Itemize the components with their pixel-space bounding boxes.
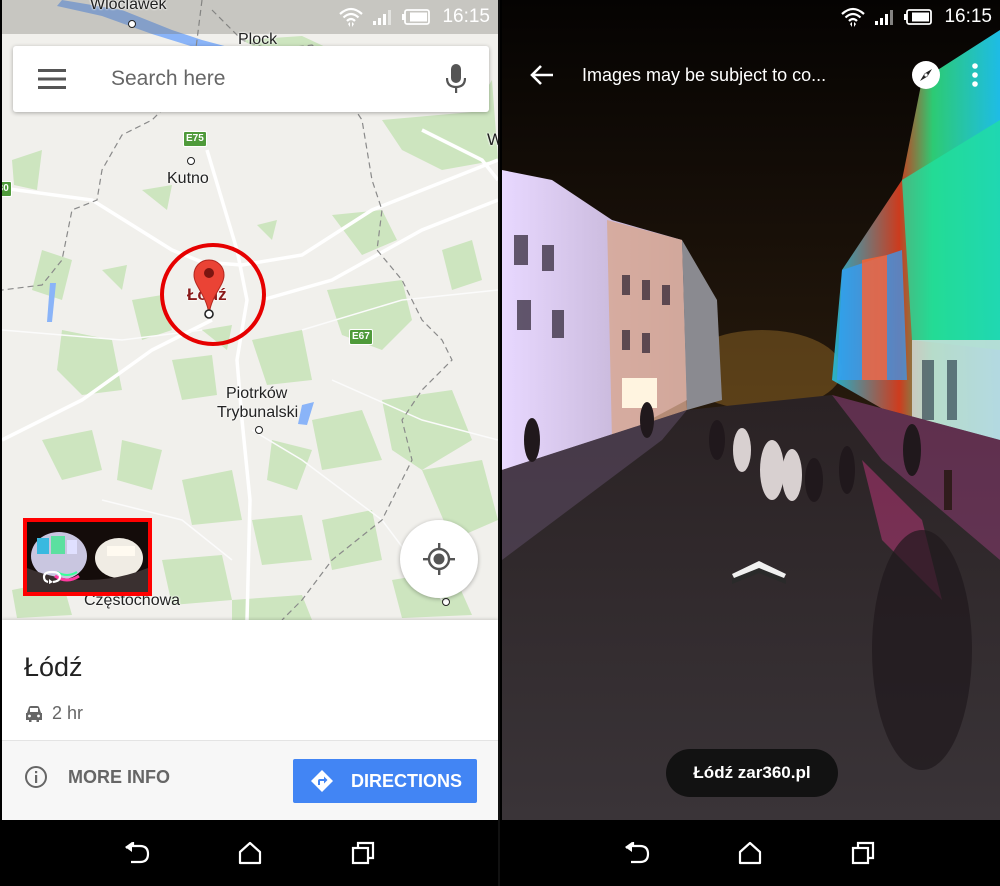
back-arrow-icon: [530, 65, 553, 85]
place-card[interactable]: Łódź 2 hr: [2, 620, 498, 740]
my-location-icon: [423, 543, 455, 575]
nav-home-button[interactable]: [726, 829, 774, 877]
back-button[interactable]: [502, 50, 582, 100]
status-bar: 16:15: [502, 0, 1000, 34]
more-vert-icon: [972, 63, 978, 87]
search-input[interactable]: [91, 67, 423, 91]
nav-back-button[interactable]: [113, 829, 161, 877]
signal-icon: [373, 10, 392, 25]
recents-icon: [352, 841, 375, 865]
nav-back-button[interactable]: [613, 829, 661, 877]
compass-button[interactable]: [902, 51, 950, 99]
home-icon: [238, 841, 262, 865]
street-view-title: Images may be subject to co...: [582, 64, 827, 85]
nav-recents-button[interactable]: [839, 829, 887, 877]
street-view-thumbnail[interactable]: [23, 518, 152, 596]
city-marker: [187, 157, 195, 165]
car-icon: [26, 705, 42, 722]
back-icon: [124, 842, 149, 864]
directions-button[interactable]: DIRECTIONS: [293, 759, 477, 803]
street-view-toolbar: Images may be subject to co...: [502, 50, 1000, 100]
battery-icon: [402, 9, 431, 25]
map-label-w: W: [487, 130, 498, 150]
hamburger-menu-icon: [38, 69, 66, 89]
travel-time: 2 hr: [52, 703, 84, 723]
attribution-chip[interactable]: Łódź zar360.pl: [666, 749, 838, 797]
street-view-panorama[interactable]: 16:15 Images may be subject to co... Łód…: [502, 0, 1000, 820]
wifi-icon: [339, 7, 364, 27]
nav-home-button[interactable]: [226, 829, 274, 877]
street-view-screen: 16:15 Images may be subject to co... Łód…: [500, 0, 1000, 886]
menu-button[interactable]: [13, 46, 91, 112]
info-icon: [25, 766, 47, 788]
map-label-kutno: Kutno: [167, 170, 209, 187]
location-pin-icon[interactable]: [192, 258, 226, 324]
back-icon: [624, 842, 649, 864]
road-shield-e67: E67: [349, 329, 373, 345]
city-marker: [128, 20, 136, 28]
battery-icon: [904, 9, 933, 25]
place-title: Łódź: [24, 652, 83, 682]
status-bar: 16:15: [2, 0, 498, 34]
more-options-button[interactable]: [950, 51, 1000, 99]
search-bar: [13, 46, 489, 112]
directions-icon: [311, 770, 333, 792]
maps-screen: 16:15 Wloclawek Plock E75 Kutno E30 W Łó…: [0, 0, 500, 886]
recents-icon: [852, 841, 875, 865]
city-marker: [255, 426, 263, 434]
clock: 16:15: [442, 6, 490, 27]
microphone-icon: [446, 64, 466, 93]
place-actions: MORE INFO DIRECTIONS: [2, 740, 498, 820]
map-label-trybunalski: Trybunalski: [217, 404, 299, 421]
travel-time-row: 2 hr: [24, 703, 83, 724]
directions-label: DIRECTIONS: [351, 770, 463, 791]
voice-search-button[interactable]: [423, 46, 489, 112]
move-forward-arrow[interactable]: [731, 560, 787, 589]
road-shield-e75: E75: [183, 131, 207, 147]
compass-icon: [912, 61, 940, 89]
map-label-piotrkow: Piotrków: [226, 385, 288, 402]
panorama-image: [502, 0, 1000, 820]
signal-icon: [875, 10, 894, 25]
clock: 16:15: [944, 6, 992, 27]
more-info-label: MORE INFO: [68, 766, 170, 787]
more-info-button[interactable]: MORE INFO: [24, 765, 170, 789]
360-rotate-icon: [42, 570, 62, 584]
map-view[interactable]: 16:15 Wloclawek Plock E75 Kutno E30 W Łó…: [2, 0, 498, 620]
city-marker: [442, 598, 450, 606]
wifi-icon: [841, 7, 866, 27]
map-label-wloclawek: Wloclawek: [90, 0, 167, 13]
home-icon: [738, 841, 762, 865]
chevron-up-icon: [732, 561, 786, 584]
road-shield-e30: E30: [2, 181, 12, 197]
system-nav-bar: [0, 820, 498, 886]
nav-recents-button[interactable]: [339, 829, 387, 877]
system-nav-bar: [500, 820, 1000, 886]
my-location-button[interactable]: [400, 520, 478, 598]
